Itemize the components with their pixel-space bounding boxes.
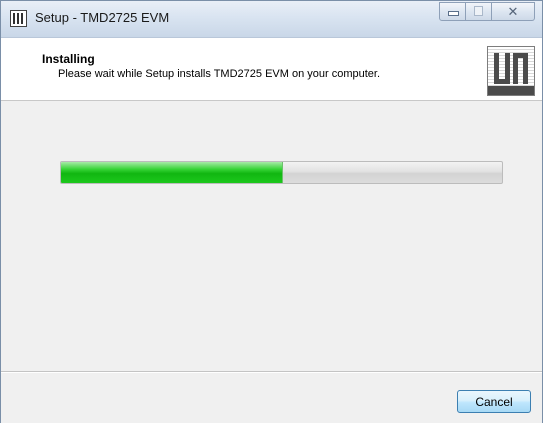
minimize-icon: [448, 11, 459, 16]
maximize-icon: [474, 6, 483, 16]
page-subtitle: Please wait while Setup installs TMD2725…: [58, 68, 381, 80]
close-button[interactable]: ✕: [492, 2, 535, 21]
wizard-footer: Cancel: [1, 372, 542, 423]
minimize-button[interactable]: [439, 2, 466, 21]
wizard-header: Installing Please wait while Setup insta…: [1, 38, 542, 101]
page-title: Installing: [42, 52, 95, 66]
install-progress-bar: [60, 161, 503, 184]
maximize-button: [466, 2, 492, 21]
progress-fill: [61, 162, 283, 183]
setup-app-icon[interactable]: [10, 10, 27, 27]
cancel-button[interactable]: Cancel: [457, 390, 531, 413]
installer-logo: [487, 46, 535, 96]
setup-window: Setup - TMD2725 EVM ✕ Installing Please …: [0, 0, 543, 423]
content-area: [1, 101, 542, 371]
close-icon: ✕: [507, 4, 519, 19]
window-title: Setup - TMD2725 EVM: [35, 10, 170, 25]
title-bar[interactable]: Setup - TMD2725 EVM ✕: [1, 1, 542, 38]
